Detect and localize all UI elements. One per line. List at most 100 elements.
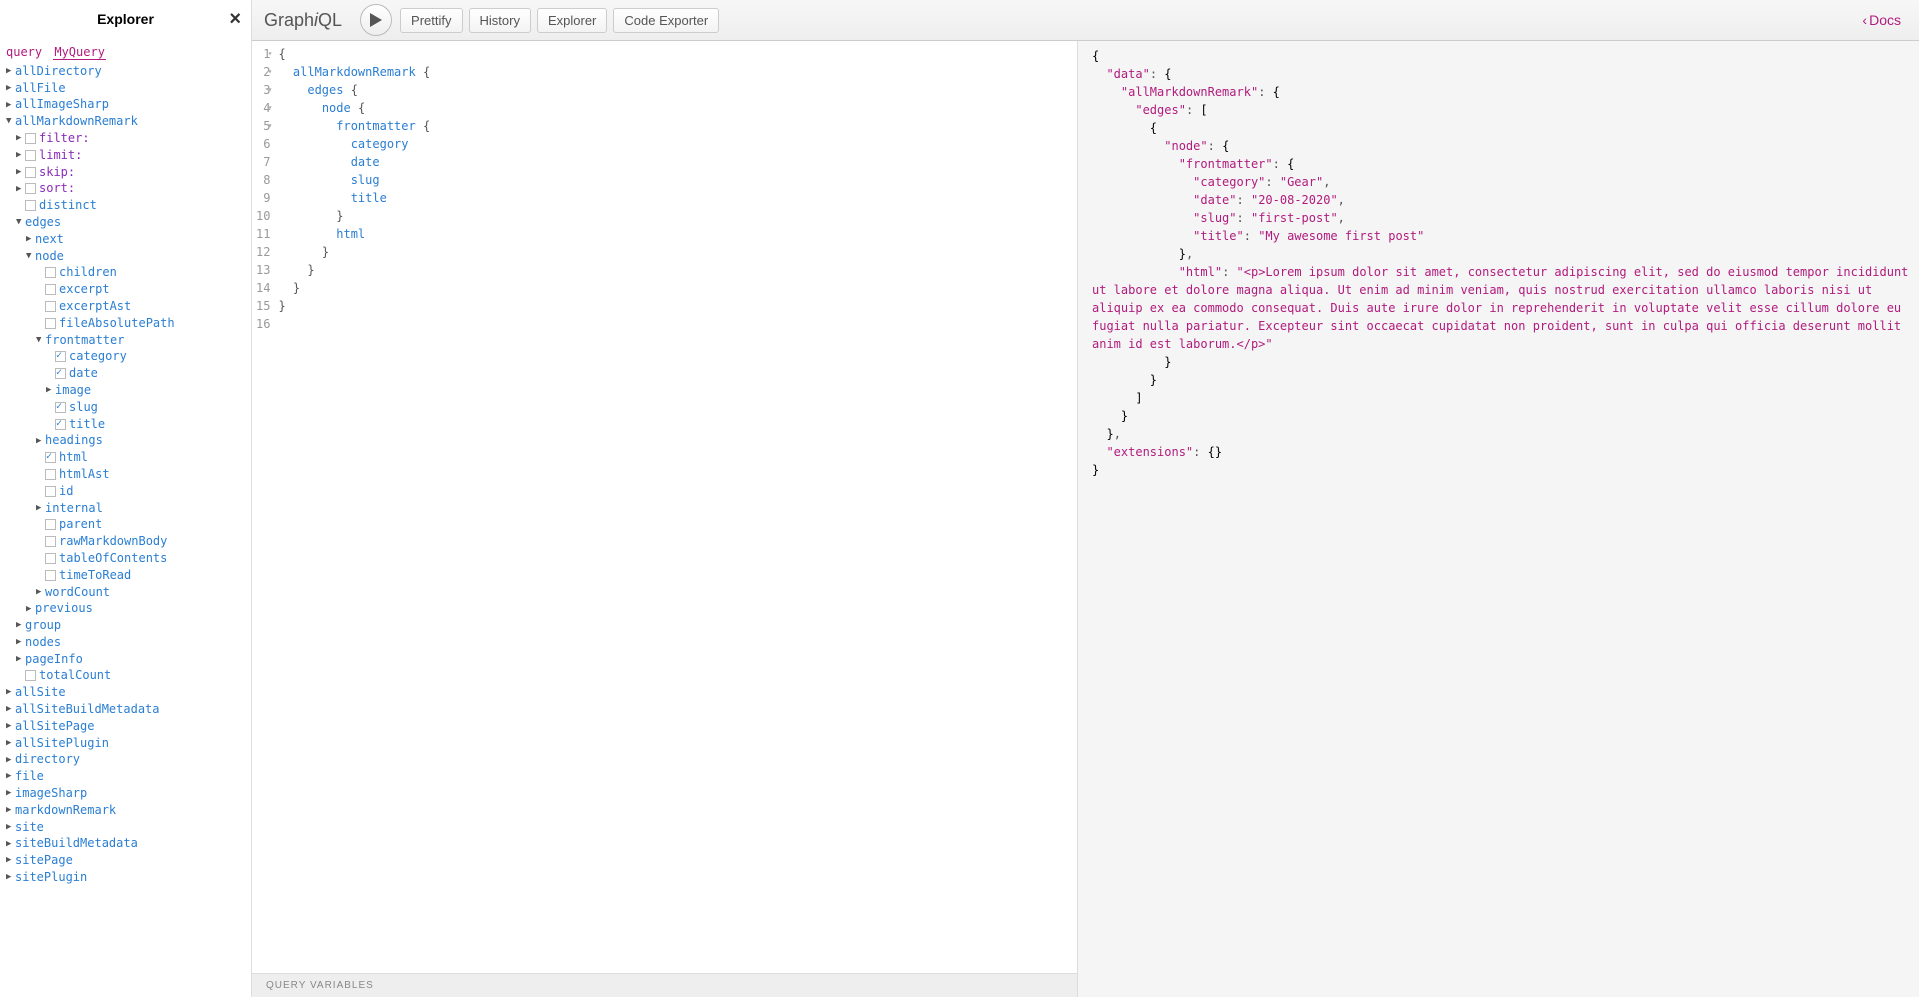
tree-item-date[interactable]: date — [6, 365, 245, 382]
tree-item-totalCount[interactable]: totalCount — [6, 667, 245, 684]
tree-item-frontmatter[interactable]: ▼frontmatter — [6, 332, 245, 349]
tree-item-slug[interactable]: slug — [6, 399, 245, 416]
chevron-down-icon: ▼ — [6, 115, 15, 128]
tree-item-allFile[interactable]: ▶allFile — [6, 80, 245, 97]
tree-item-site[interactable]: ▶site — [6, 819, 245, 836]
checkbox-icon[interactable] — [25, 150, 36, 161]
tree-item-skip[interactable]: ▶skip: — [6, 164, 245, 181]
chevron-right-icon: ▶ — [6, 703, 15, 716]
checkbox-icon[interactable] — [25, 183, 36, 194]
execute-button[interactable] — [360, 4, 392, 36]
checkbox-icon[interactable] — [45, 519, 56, 530]
chevron-right-icon: ▶ — [36, 586, 45, 599]
checkbox-icon[interactable] — [55, 419, 66, 430]
checkbox-icon[interactable] — [45, 486, 56, 497]
tree-item-htmlAst[interactable]: htmlAst — [6, 466, 245, 483]
tree-item-wordCount[interactable]: ▶wordCount — [6, 584, 245, 601]
checkbox-icon[interactable] — [45, 284, 56, 295]
tree-item-fileAbsolutePath[interactable]: fileAbsolutePath — [6, 315, 245, 332]
chevron-right-icon: ▶ — [6, 82, 15, 95]
tree-item-file[interactable]: ▶file — [6, 768, 245, 785]
docs-button[interactable]: ‹ Docs — [1852, 12, 1911, 28]
code-exporter-button[interactable]: Code Exporter — [613, 8, 719, 33]
checkbox-icon[interactable] — [45, 318, 56, 329]
checkbox-icon[interactable] — [25, 133, 36, 144]
close-icon[interactable]: × — [229, 8, 241, 31]
tree-item-directory[interactable]: ▶directory — [6, 751, 245, 768]
checkbox-icon[interactable] — [55, 368, 66, 379]
chevron-right-icon: ▶ — [6, 770, 15, 783]
tree-item-node[interactable]: ▼node — [6, 248, 245, 265]
tree-item-allImageSharp[interactable]: ▶allImageSharp — [6, 96, 245, 113]
tree-item-image[interactable]: ▶image — [6, 382, 245, 399]
tree-item-imageSharp[interactable]: ▶imageSharp — [6, 785, 245, 802]
tree-item-allMarkdownRemark[interactable]: ▼allMarkdownRemark — [6, 113, 245, 130]
checkbox-icon[interactable] — [25, 167, 36, 178]
explorer-button[interactable]: Explorer — [537, 8, 607, 33]
tree-item-markdownRemark[interactable]: ▶markdownRemark — [6, 802, 245, 819]
chevron-right-icon: ▶ — [6, 821, 15, 834]
tree-item-siteBuildMetadata[interactable]: ▶siteBuildMetadata — [6, 835, 245, 852]
query-header[interactable]: query MyQuery — [6, 42, 245, 63]
tree-item-html[interactable]: html — [6, 449, 245, 466]
tree-item-sitePlugin[interactable]: ▶sitePlugin — [6, 869, 245, 886]
chevron-right-icon: ▶ — [6, 871, 15, 884]
query-variables-bar[interactable]: Query Variables — [252, 973, 1077, 997]
checkbox-icon[interactable] — [45, 553, 56, 564]
tree-item-allSiteBuildMetadata[interactable]: ▶allSiteBuildMetadata — [6, 701, 245, 718]
tree-item-excerptAst[interactable]: excerptAst — [6, 298, 245, 315]
tree-item-headings[interactable]: ▶headings — [6, 432, 245, 449]
query-editor[interactable]: 12345678910111213141516 { allMarkdownRem… — [252, 41, 1077, 973]
tree-item-internal[interactable]: ▶internal — [6, 500, 245, 517]
tree-item-nodes[interactable]: ▶nodes — [6, 634, 245, 651]
checkbox-icon[interactable] — [25, 200, 36, 211]
chevron-right-icon: ▶ — [6, 99, 15, 112]
tree-item-limit[interactable]: ▶limit: — [6, 147, 245, 164]
tree-item-rawMarkdownBody[interactable]: rawMarkdownBody — [6, 533, 245, 550]
prettify-button[interactable]: Prettify — [400, 8, 462, 33]
tree-item-previous[interactable]: ▶previous — [6, 600, 245, 617]
tree-item-excerpt[interactable]: excerpt — [6, 281, 245, 298]
checkbox-icon[interactable] — [45, 469, 56, 480]
tree-item-sitePage[interactable]: ▶sitePage — [6, 852, 245, 869]
checkbox-icon[interactable] — [45, 267, 56, 278]
checkbox-icon[interactable] — [55, 351, 66, 362]
tree-item-children[interactable]: children — [6, 264, 245, 281]
explorer-header: Explorer × — [0, 0, 251, 38]
tree-item-sort[interactable]: ▶sort: — [6, 180, 245, 197]
tree-item-distinct[interactable]: distinct — [6, 197, 245, 214]
tree-item-id[interactable]: id — [6, 483, 245, 500]
chevron-right-icon: ▶ — [16, 149, 25, 162]
tree-item-pageInfo[interactable]: ▶pageInfo — [6, 651, 245, 668]
chevron-right-icon: ▶ — [46, 384, 55, 397]
chevron-right-icon: ▶ — [16, 636, 25, 649]
checkbox-icon[interactable] — [45, 536, 56, 547]
chevron-right-icon: ▶ — [16, 653, 25, 666]
checkbox-icon[interactable] — [55, 402, 66, 413]
tree-item-category[interactable]: category — [6, 348, 245, 365]
tree-item-timeToRead[interactable]: timeToRead — [6, 567, 245, 584]
result-panel[interactable]: { "data": { "allMarkdownRemark": { "edge… — [1078, 41, 1919, 997]
explorer-body[interactable]: query MyQuery ▶allDirectory▶allFile▶allI… — [0, 38, 251, 997]
chevron-right-icon: ▶ — [16, 166, 25, 179]
checkbox-icon[interactable] — [45, 301, 56, 312]
tree-item-tableOfContents[interactable]: tableOfContents — [6, 550, 245, 567]
checkbox-icon[interactable] — [45, 570, 56, 581]
tree-item-allSitePlugin[interactable]: ▶allSitePlugin — [6, 735, 245, 752]
tree-item-allSite[interactable]: ▶allSite — [6, 684, 245, 701]
tree-item-edges[interactable]: ▼edges — [6, 214, 245, 231]
tree-item-filter[interactable]: ▶filter: — [6, 130, 245, 147]
checkbox-icon[interactable] — [45, 452, 56, 463]
checkbox-icon[interactable] — [25, 670, 36, 681]
tree-item-allSitePage[interactable]: ▶allSitePage — [6, 718, 245, 735]
tree-item-allDirectory[interactable]: ▶allDirectory — [6, 63, 245, 80]
tree-item-parent[interactable]: parent — [6, 516, 245, 533]
chevron-right-icon: ▶ — [36, 502, 45, 515]
tree-item-title[interactable]: title — [6, 416, 245, 433]
tree-item-next[interactable]: ▶next — [6, 231, 245, 248]
explorer-panel: Explorer × query MyQuery ▶allDirectory▶a… — [0, 0, 252, 997]
tree-item-group[interactable]: ▶group — [6, 617, 245, 634]
chevron-right-icon: ▶ — [6, 754, 15, 767]
topbar: GraphiQL PrettifyHistoryExplorerCode Exp… — [252, 0, 1919, 41]
history-button[interactable]: History — [469, 8, 531, 33]
